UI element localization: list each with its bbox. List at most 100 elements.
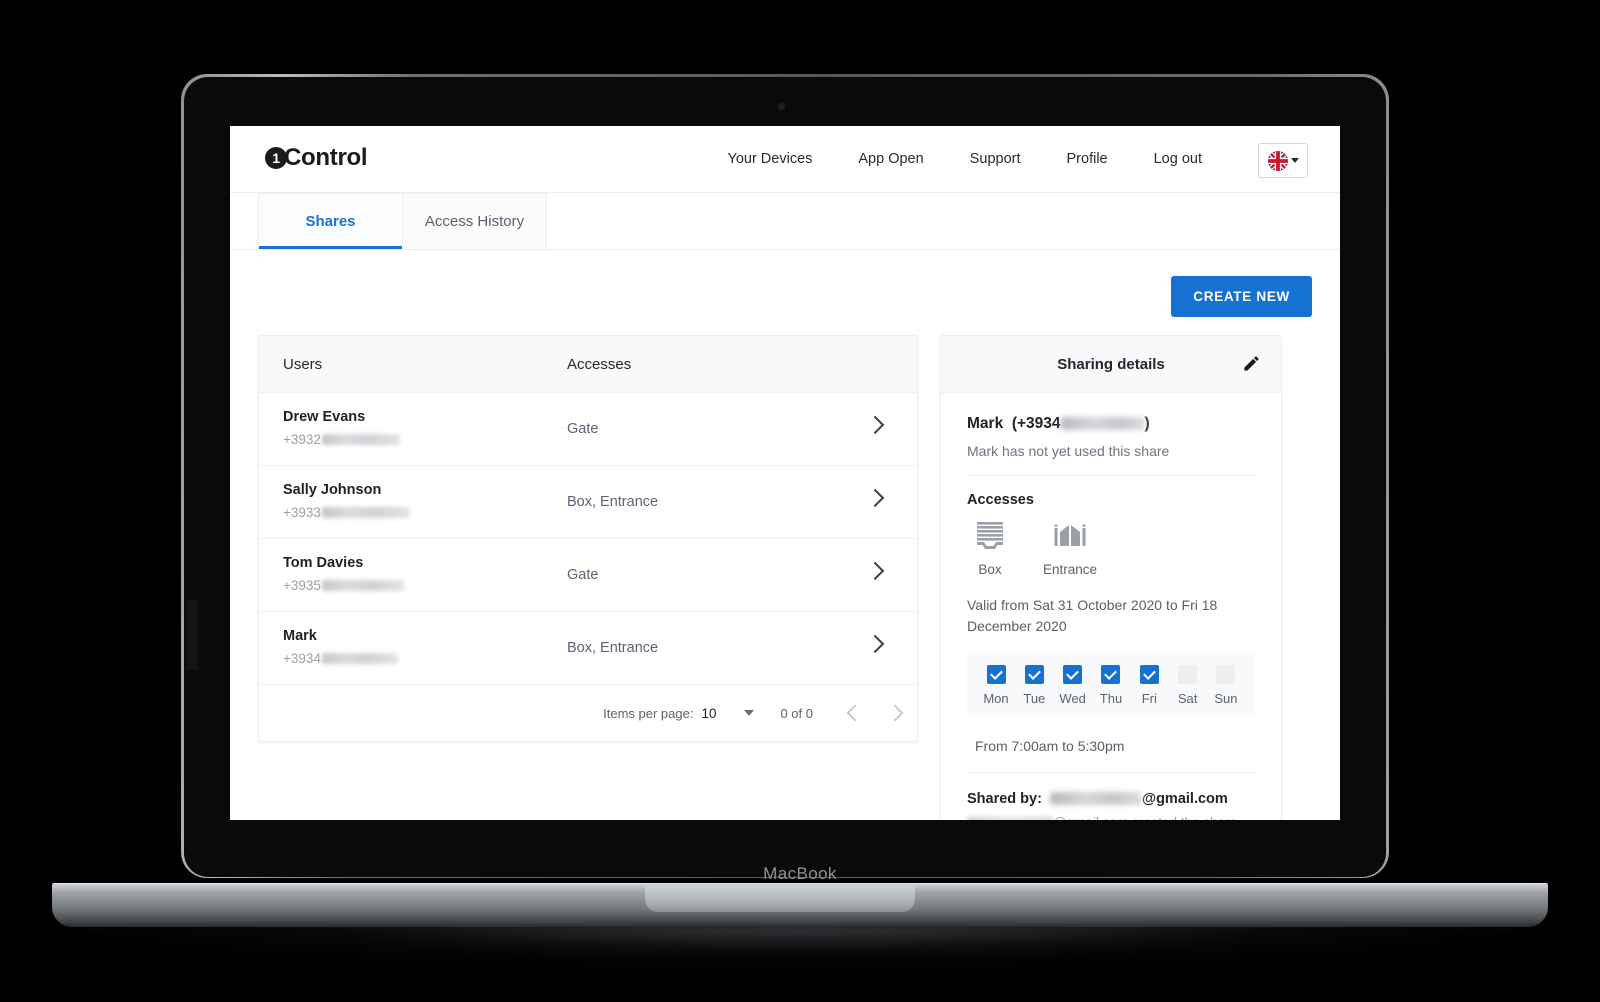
shared-by-label: Shared by:	[967, 791, 1042, 807]
user-accesses: Box, Entrance	[567, 640, 659, 656]
weekday-label: Fri	[1141, 691, 1157, 706]
column-header-accesses: Accesses	[567, 355, 632, 373]
user-phone: +3933	[283, 502, 410, 524]
weekday-label: Sat	[1177, 691, 1198, 706]
macbook-brand-label: MacBook	[763, 864, 837, 883]
user-accesses: Gate	[567, 421, 599, 437]
user-phone: +3932	[283, 429, 400, 451]
user-name: Mark	[283, 628, 317, 645]
users-table-card: Users Accesses Drew Evans +3932 Gate Sal…	[258, 335, 918, 742]
redacted-phone-mask	[321, 653, 398, 665]
weekday-sun[interactable]: Sun	[1207, 665, 1245, 706]
row-open-button[interactable]	[865, 466, 899, 538]
weekday-thu[interactable]: Thu	[1092, 665, 1130, 706]
weekday-label: Thu	[1099, 691, 1123, 706]
weekday-mon[interactable]: Mon	[977, 665, 1015, 706]
user-name: Sally Johnson	[283, 482, 382, 499]
chevron-right-icon	[865, 634, 885, 654]
share-user-line: Mark (+3934)	[967, 415, 1150, 432]
sharing-details-body: Mark (+3934) Mark has not yet used this …	[941, 393, 1281, 820]
checkbox-unchecked-icon[interactable]	[1216, 665, 1236, 684]
checkbox-checked-icon[interactable]	[1101, 665, 1121, 684]
checkbox-checked-icon[interactable]	[1139, 665, 1159, 684]
checkbox-unchecked-icon[interactable]	[1178, 665, 1198, 684]
toolbar-row: CREATE NEW	[258, 250, 1312, 335]
redacted-phone-mask	[321, 434, 400, 446]
app-logo[interactable]: 1 Control	[265, 144, 368, 172]
create-new-button[interactable]: CREATE NEW	[1171, 276, 1312, 317]
table-row[interactable]: Sally Johnson +3933 Box, Entrance	[259, 466, 917, 539]
nav-log-out[interactable]: Log out	[1131, 151, 1225, 167]
items-per-page-label: Items per page:	[603, 705, 694, 721]
access-item-box[interactable]: Box	[967, 520, 1013, 577]
validity-range: Valid from Sat 31 October 2020 to Fri 18…	[967, 597, 1218, 634]
pagination-bar: Items per page: 10 0 of 0	[259, 685, 917, 741]
chevron-right-icon[interactable]	[886, 704, 904, 722]
bezel-reflection	[186, 600, 198, 670]
redacted-phone-mask	[1060, 417, 1145, 430]
time-window: From 7:00am to 5:30pm	[967, 720, 1255, 773]
chevron-right-icon	[865, 415, 885, 435]
weekday-tue[interactable]: Tue	[1015, 665, 1053, 706]
weekday-selector: Mon Tue Wed Thu Fri Sat Sun	[967, 653, 1255, 716]
language-selector[interactable]	[1258, 143, 1308, 178]
tab-access-history[interactable]: Access History	[402, 193, 547, 249]
share-usage-note: Mark has not yet used this share	[967, 443, 1255, 476]
weekday-wed[interactable]: Wed	[1054, 665, 1092, 706]
table-row[interactable]: Tom Davies +3935 Gate	[259, 539, 917, 612]
nav-support[interactable]: Support	[947, 151, 1044, 167]
pagination-range: 0 of 0	[780, 705, 813, 721]
weekday-fri[interactable]: Fri	[1130, 665, 1168, 706]
weekday-label: Wed	[1059, 691, 1086, 706]
browser-viewport: 1 Control Your Devices App Open Support …	[230, 126, 1340, 820]
sharing-details-title: Sharing details	[1057, 355, 1165, 373]
nav-your-devices[interactable]: Your Devices	[704, 151, 835, 167]
weekday-label: Tue	[1023, 691, 1046, 706]
access-label: Box	[978, 562, 1002, 577]
chevron-left-icon[interactable]	[846, 704, 864, 722]
row-open-button[interactable]	[865, 539, 899, 611]
tab-bar: Shares Access History	[230, 193, 1340, 250]
main-content: CREATE NEW Users Accesses Drew Evans +39…	[230, 250, 1340, 820]
logo-wordmark: Control	[284, 144, 368, 171]
nav-links: Your Devices App Open Support Profile Lo…	[704, 126, 1225, 192]
row-open-button[interactable]	[865, 612, 899, 684]
checkbox-checked-icon[interactable]	[1024, 665, 1044, 684]
weekday-label: Mon	[983, 691, 1009, 706]
top-navigation-bar: 1 Control Your Devices App Open Support …	[230, 126, 1340, 193]
user-accesses: Gate	[567, 567, 599, 583]
redacted-email-mask	[1049, 792, 1142, 805]
triangle-down-icon[interactable]	[744, 710, 755, 716]
access-item-entrance[interactable]: Entrance	[1043, 520, 1097, 577]
checkbox-checked-icon[interactable]	[1063, 665, 1083, 684]
user-name: Tom Davies	[283, 555, 364, 572]
laptop-base-notch	[645, 885, 915, 912]
table-row[interactable]: Drew Evans +3932 Gate	[259, 393, 917, 466]
user-phone: +3934	[283, 648, 398, 670]
user-accesses: Box, Entrance	[567, 494, 659, 510]
weekday-sat[interactable]: Sat	[1169, 665, 1207, 706]
checkbox-checked-icon[interactable]	[986, 665, 1006, 684]
webcam-lens-dot	[780, 105, 783, 108]
access-label: Entrance	[1042, 562, 1098, 577]
screenshot-stage: MacBook 1 Control Your Devices App Open …	[0, 0, 1600, 1002]
shared-by-row: Shared by: @gmail.com	[967, 791, 1255, 807]
redacted-phone-mask	[321, 580, 404, 592]
logo-badge-icon: 1	[265, 147, 287, 169]
pencil-icon[interactable]	[1242, 354, 1261, 378]
chevron-right-icon	[865, 561, 885, 581]
created-info: @gmail.com created the share on Sat 31 O…	[967, 813, 1255, 820]
user-phone: +3935	[283, 575, 404, 597]
table-row[interactable]: Mark +3934 Box, Entrance	[259, 612, 917, 685]
user-name: Drew Evans	[283, 409, 366, 426]
accesses-section-title: Accesses	[967, 492, 1034, 508]
tab-shares[interactable]: Shares	[258, 193, 403, 249]
nav-app-open[interactable]: App Open	[835, 151, 946, 167]
garage-door-icon	[973, 520, 1007, 555]
nav-profile[interactable]: Profile	[1044, 151, 1131, 167]
uk-flag-icon	[1267, 150, 1288, 171]
sharing-details-header: Sharing details	[941, 336, 1281, 393]
items-per-page-value[interactable]: 10	[701, 706, 716, 721]
row-open-button[interactable]	[865, 393, 899, 465]
chevron-down-icon	[1290, 158, 1299, 163]
